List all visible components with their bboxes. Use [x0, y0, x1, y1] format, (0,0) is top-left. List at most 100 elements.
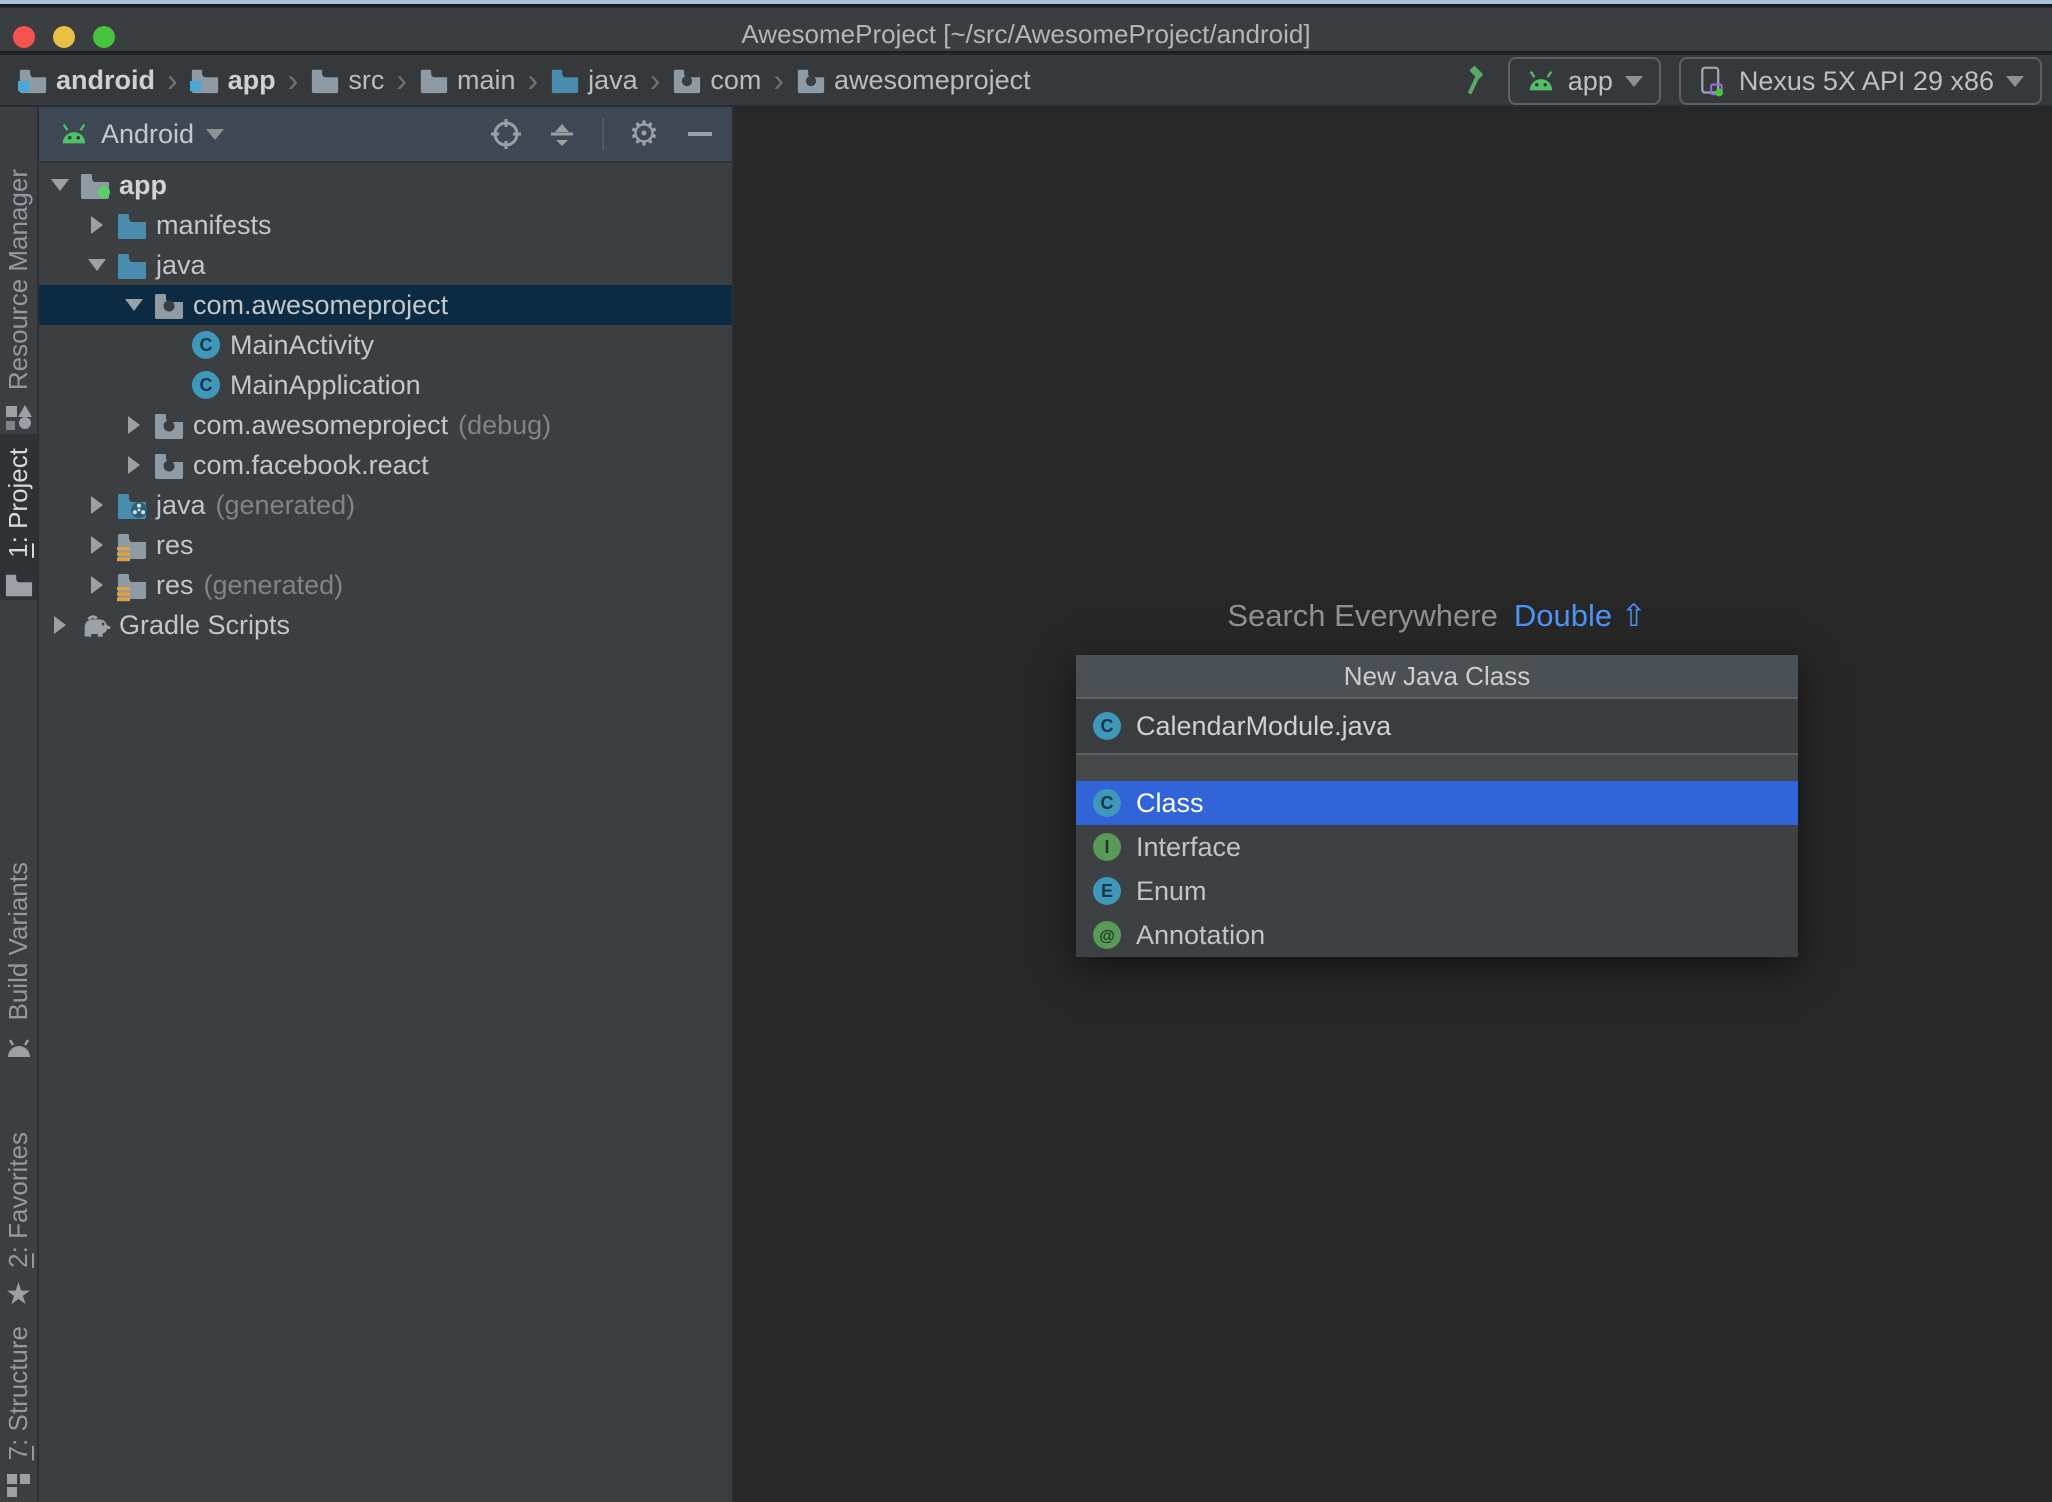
tree-row-label: com.facebook.react — [193, 449, 429, 480]
breadcrumb-label: android — [56, 64, 155, 95]
tree-row-label: Gradle Scripts — [119, 609, 291, 640]
class-icon: C — [1092, 711, 1122, 741]
tree-row-label: res — [156, 569, 194, 600]
title-bar[interactable]: AwesomeProject [~/src/AwesomeProject/and… — [0, 8, 2052, 53]
res-folder-icon — [116, 529, 148, 561]
tool-window-tab-1-project[interactable]: 1: Project — [0, 434, 37, 600]
interface-icon: I — [1092, 832, 1122, 862]
tree-row-mainactivity[interactable]: C MainActivity — [39, 325, 732, 365]
breadcrumb: android › app › src › main › java › com › awesomepro… — [18, 64, 1031, 96]
background-window-sliver — [0, 0, 2052, 6]
locate-file-icon[interactable] — [490, 118, 522, 150]
kind-option-enum[interactable]: E Enum — [1076, 869, 1798, 913]
build-hammer-icon[interactable] — [1458, 65, 1490, 97]
class-name-input[interactable]: C CalendarModule.java — [1076, 699, 1798, 755]
tree-row-res[interactable]: res (generated) — [39, 565, 732, 605]
generated-folder-icon — [116, 489, 148, 521]
tree-row-gradle-scripts[interactable]: Gradle Scripts — [39, 605, 732, 645]
search-everywhere-shortcut: Double ⇧ — [1513, 598, 1647, 633]
tree-row-label: com.awesomeproject — [193, 289, 449, 320]
tree-row-suffix: (generated) — [215, 489, 356, 520]
breadcrumb-item-main[interactable]: main — [419, 65, 516, 96]
tree-row-suffix: (generated) — [203, 569, 344, 600]
svg-text:C: C — [200, 375, 213, 395]
tree-row-com-awesomeproject[interactable]: com.awesomeproject (debug) — [39, 405, 732, 445]
breadcrumb-label: app — [227, 64, 276, 95]
build-variants-icon — [4, 1032, 34, 1062]
tree-row-label: MainActivity — [230, 329, 375, 360]
tool-window-tab-7-structure[interactable]: 7: Structure — [0, 1326, 37, 1500]
run-configuration-select[interactable]: app — [1507, 57, 1661, 105]
tree-row-label: com.awesomeproject — [193, 409, 449, 440]
res-folder-icon — [116, 569, 148, 601]
run-toolbar: app Nexus 5X API 29 x86 — [1458, 55, 2042, 107]
tool-window-tab-build-variants[interactable]: Build Variants — [0, 818, 37, 1062]
expanded-arrow-icon[interactable] — [82, 250, 112, 280]
breadcrumb-label: awesomeproject — [834, 64, 1031, 95]
collapse-all-icon[interactable] — [546, 118, 578, 150]
breadcrumb-item-src[interactable]: src — [310, 65, 384, 96]
tool-window-tab-label: 1: Project — [3, 448, 33, 558]
breadcrumb-item-android[interactable]: android — [18, 65, 155, 96]
breadcrumb-item-java[interactable]: java — [550, 65, 638, 96]
virtual-device-phone-icon — [1697, 66, 1727, 97]
tool-window-tab-2-favorites[interactable]: 2: Favorites ★ — [0, 1096, 37, 1310]
tool-window-tab-label: Resource Manager — [3, 168, 33, 390]
android-studio-window: AwesomeProject [~/src/AwesomeProject/and… — [0, 0, 2052, 1502]
collapsed-arrow-icon[interactable] — [119, 450, 149, 480]
collapsed-arrow-icon[interactable] — [82, 530, 112, 560]
tree-row-java[interactable]: java (generated) — [39, 485, 732, 525]
package-icon — [153, 409, 185, 441]
search-everywhere-hint: Search Everywhere Double ⇧ — [1076, 598, 1798, 634]
tree-row-label: MainApplication — [230, 369, 421, 400]
tree-row-com-awesomeproject[interactable]: com.awesomeproject — [39, 285, 732, 325]
tree-row-manifests[interactable]: manifests — [39, 205, 732, 245]
navigation-toolbar: android › app › src › main › java › com › awesomepro… — [0, 55, 2052, 107]
project-view-selector[interactable]: Android — [59, 119, 225, 150]
tool-window-tab-resource-manager[interactable]: Resource Manager — [0, 110, 37, 432]
tree-row-com-facebook-react[interactable]: com.facebook.react — [39, 445, 732, 485]
kind-option-annotation[interactable]: @ Annotation — [1076, 913, 1798, 957]
tree-row-app[interactable]: app — [39, 165, 732, 205]
kind-option-label: Enum — [1136, 875, 1207, 906]
tree-row-label: manifests — [156, 209, 272, 240]
class-icon: C — [190, 369, 222, 401]
kind-option-interface[interactable]: I Interface — [1076, 825, 1798, 869]
kind-option-label: Interface — [1136, 831, 1242, 862]
project-tool-window: Android ⚙ app manifests java com.awesome… — [39, 107, 735, 1502]
tree-row-java[interactable]: java — [39, 245, 732, 285]
tool-window-tab-label: 2: Favorites — [3, 1132, 33, 1268]
app-folder-icon — [79, 169, 111, 201]
collapsed-arrow-icon[interactable] — [82, 570, 112, 600]
gear-icon[interactable]: ⚙ — [628, 115, 660, 153]
collapsed-arrow-icon[interactable] — [82, 490, 112, 520]
breadcrumb-item-app[interactable]: app — [189, 64, 276, 96]
tree-row-mainapplication[interactable]: C MainApplication — [39, 365, 732, 405]
expanded-arrow-icon[interactable] — [119, 290, 149, 320]
svg-text:C: C — [200, 335, 213, 355]
source-folder-icon — [550, 65, 580, 95]
search-everywhere-text: Search Everywhere — [1227, 598, 1498, 633]
breadcrumb-separator-icon: › — [396, 62, 407, 98]
collapsed-arrow-icon[interactable] — [119, 410, 149, 440]
panel-header-actions: ⚙ — [490, 115, 716, 153]
tree-row-res[interactable]: res — [39, 525, 732, 565]
collapsed-arrow-icon[interactable] — [45, 610, 75, 640]
collapsed-arrow-icon[interactable] — [82, 210, 112, 240]
expanded-arrow-icon[interactable] — [45, 170, 75, 200]
toolbar-divider — [602, 118, 604, 150]
kind-option-class[interactable]: C Class — [1076, 781, 1798, 825]
class-icon: C — [190, 329, 222, 361]
package-icon — [153, 449, 185, 481]
breadcrumb-item-com[interactable]: com — [672, 65, 761, 96]
package-icon — [672, 65, 702, 95]
hide-panel-icon[interactable] — [684, 118, 716, 150]
left-tool-window-stripe: Resource Manager 1: Project Build Variants… — [0, 107, 39, 1502]
star-icon: ★ — [5, 1278, 32, 1311]
device-select[interactable]: Nexus 5X API 29 x86 — [1678, 57, 2042, 105]
tree-arrow-placeholder — [156, 330, 186, 360]
breadcrumb-item-awesomeproject[interactable]: awesomeproject — [796, 65, 1031, 96]
tree-row-suffix: (debug) — [458, 409, 552, 440]
svg-text:C: C — [1101, 716, 1114, 736]
breadcrumb-label: com — [710, 64, 762, 95]
